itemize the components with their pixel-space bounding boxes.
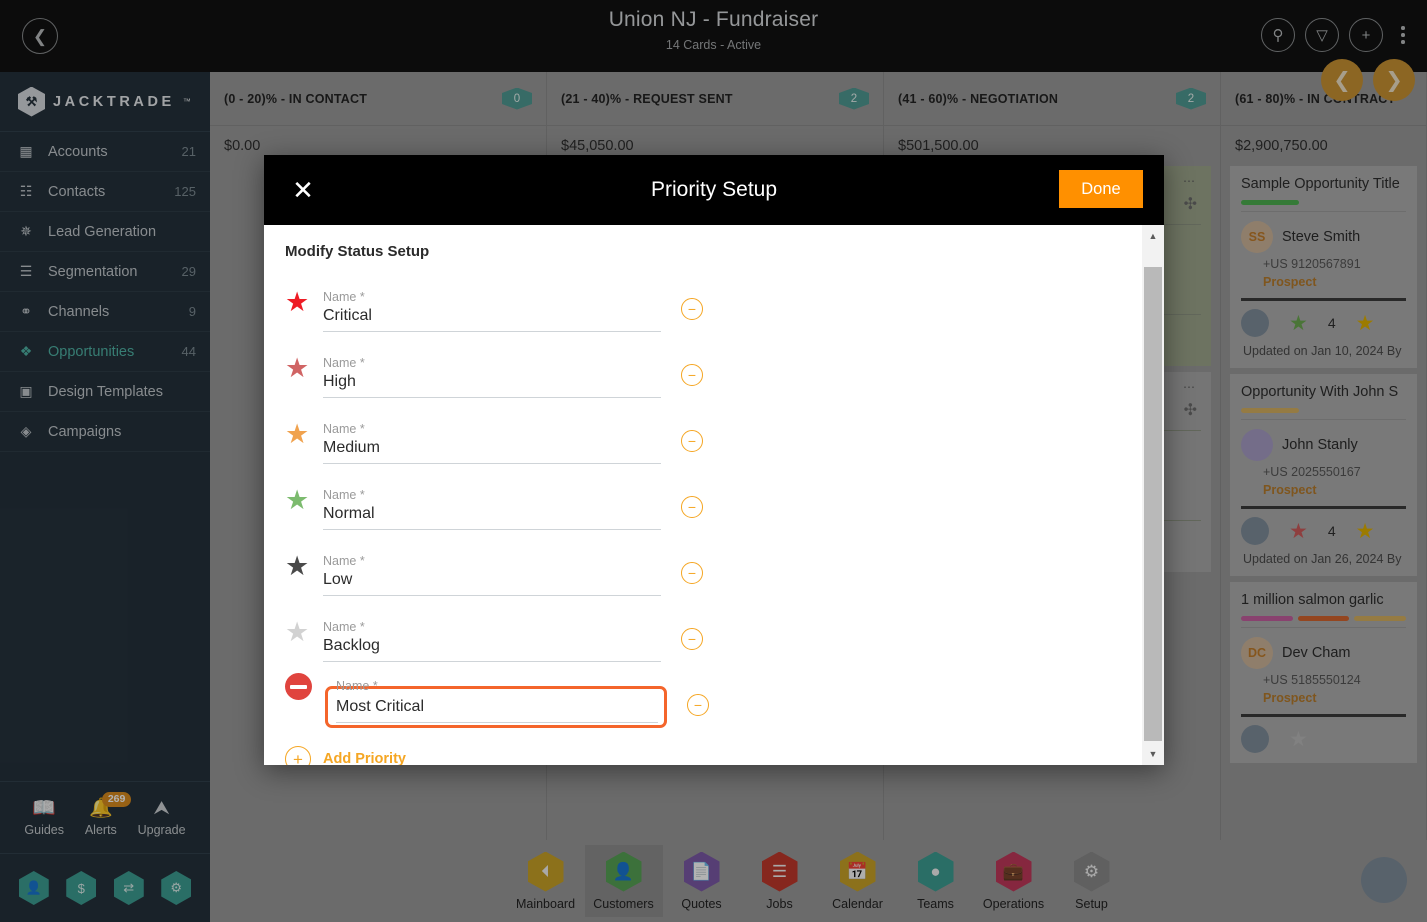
field-label: Name * bbox=[323, 290, 365, 304]
priority-row: ★ Name * − bbox=[285, 530, 1124, 596]
priority-field: Name * bbox=[323, 620, 661, 662]
close-icon[interactable]: ✕ bbox=[286, 173, 320, 207]
priority-name-input[interactable] bbox=[323, 568, 661, 596]
minus-circle-icon[interactable]: − bbox=[681, 430, 703, 452]
priority-list: ★ Name * − ★ Name * − ★ bbox=[264, 266, 1164, 728]
app-root: ❮ Union NJ - Fundraiser 14 Cards - Activ… bbox=[0, 0, 1427, 922]
plus-circle-icon: + bbox=[285, 746, 311, 765]
field-label: Name * bbox=[323, 356, 365, 370]
star-icon: ★ bbox=[285, 353, 310, 383]
modal-title: Priority Setup bbox=[650, 178, 778, 201]
priority-field: Name * bbox=[325, 679, 667, 728]
modal-body: Modify Status Setup ★ Name * − ★ Name * bbox=[264, 225, 1164, 765]
priority-row: Name * − bbox=[285, 662, 1124, 728]
star-icon: ★ bbox=[285, 485, 310, 515]
minus-circle-icon[interactable]: − bbox=[681, 298, 703, 320]
field-label: Name * bbox=[336, 679, 378, 693]
priority-field: Name * bbox=[323, 488, 661, 530]
priority-name-input[interactable] bbox=[336, 695, 658, 723]
priority-row: ★ Name * − bbox=[285, 332, 1124, 398]
priority-name-input[interactable] bbox=[323, 304, 661, 332]
add-priority-button[interactable]: + Add Priority bbox=[264, 728, 1164, 765]
priority-row: ★ Name * − bbox=[285, 398, 1124, 464]
star-icon: ★ bbox=[285, 617, 310, 647]
modal-header: Priority Setup ✕ Done bbox=[264, 155, 1164, 225]
add-priority-label: Add Priority bbox=[323, 751, 406, 765]
priority-row: ★ Name * − bbox=[285, 464, 1124, 530]
minus-circle-icon[interactable]: − bbox=[681, 364, 703, 386]
scrollbar-thumb[interactable] bbox=[1144, 267, 1162, 741]
field-label: Name * bbox=[323, 554, 365, 568]
star-icon: ★ bbox=[285, 287, 310, 317]
priority-name-input[interactable] bbox=[323, 502, 661, 530]
done-button[interactable]: Done bbox=[1059, 170, 1143, 208]
modal-scrollbar[interactable]: ▲ ▼ bbox=[1142, 225, 1164, 765]
minus-circle-icon[interactable]: − bbox=[681, 496, 703, 518]
scroll-down-arrow-icon[interactable]: ▼ bbox=[1142, 745, 1164, 763]
priority-field: Name * bbox=[323, 290, 661, 332]
minus-circle-icon[interactable]: − bbox=[687, 694, 709, 716]
priority-name-input[interactable] bbox=[323, 634, 661, 662]
priority-row: ★ Name * − bbox=[285, 266, 1124, 332]
priority-name-input[interactable] bbox=[323, 436, 661, 464]
minus-circle-icon[interactable]: − bbox=[681, 628, 703, 650]
field-label: Name * bbox=[323, 620, 365, 634]
minus-circle-icon[interactable]: − bbox=[681, 562, 703, 584]
priority-field: Name * bbox=[323, 554, 661, 596]
priority-setup-modal: Priority Setup ✕ Done Modify Status Setu… bbox=[264, 155, 1164, 765]
field-label: Name * bbox=[323, 488, 365, 502]
star-icon: ★ bbox=[285, 551, 310, 581]
priority-field: Name * bbox=[323, 422, 661, 464]
priority-field: Name * bbox=[323, 356, 661, 398]
no-entry-icon bbox=[285, 673, 323, 728]
priority-name-input[interactable] bbox=[323, 370, 661, 398]
scroll-up-arrow-icon[interactable]: ▲ bbox=[1142, 227, 1164, 245]
star-icon: ★ bbox=[285, 419, 310, 449]
section-title: Modify Status Setup bbox=[285, 243, 430, 260]
priority-row: ★ Name * − bbox=[285, 596, 1124, 662]
field-label: Name * bbox=[323, 422, 365, 436]
